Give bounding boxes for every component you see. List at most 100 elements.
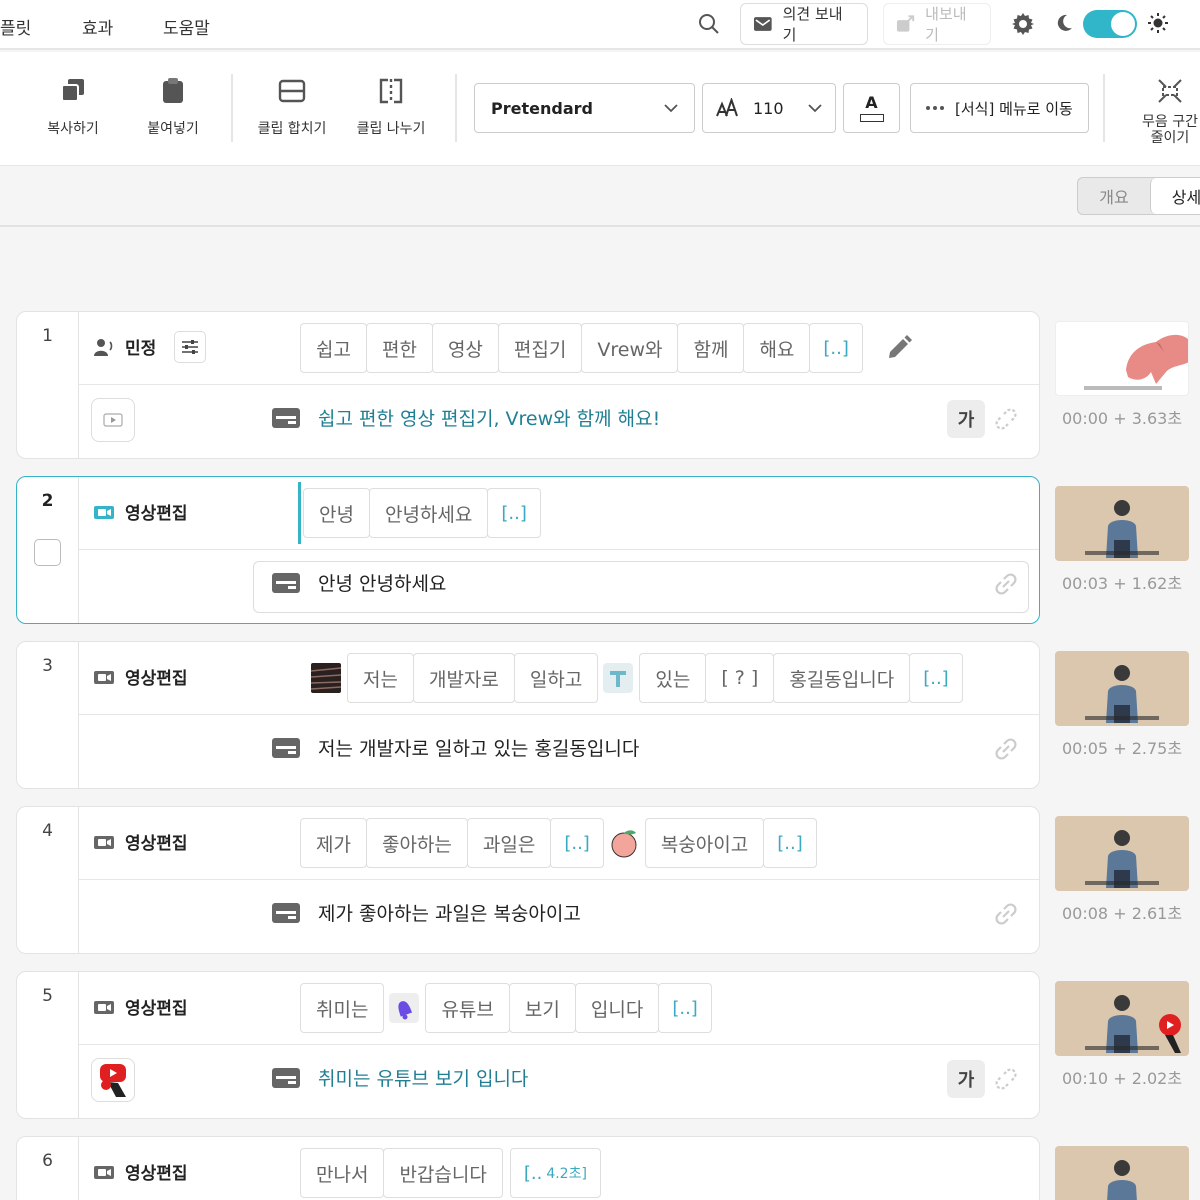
add-media-slot[interactable] bbox=[91, 398, 135, 442]
clip-subtitle[interactable]: 쉽고 편한 영상 편집기, Vrew와 함께 해요! bbox=[272, 404, 660, 431]
split-clip-button[interactable]: 클립 나누기 bbox=[341, 76, 441, 138]
search-icon[interactable] bbox=[697, 12, 721, 36]
menu-item-edit[interactable]: 플릿 bbox=[0, 14, 31, 39]
word-chip[interactable]: 입니다 bbox=[574, 983, 660, 1033]
gap-chip[interactable]: [..] bbox=[658, 983, 712, 1033]
link-icon[interactable] bbox=[992, 735, 1020, 763]
peach-sticker[interactable] bbox=[603, 818, 645, 868]
link-icon[interactable] bbox=[992, 1065, 1020, 1093]
copy-button[interactable]: 복사하기 bbox=[23, 76, 123, 138]
clip-row-6[interactable]: 6 영상편집 만나서 반갑습니다 [.. 4.2초] bbox=[16, 1136, 1040, 1200]
menu-item-help[interactable]: 도움말 bbox=[163, 14, 210, 39]
clip-speaker[interactable]: 영상편집 bbox=[93, 664, 188, 689]
gap-marker: [.. bbox=[523, 1162, 543, 1184]
word-chip[interactable]: 안녕하세요 bbox=[368, 488, 489, 538]
clip-speaker[interactable]: 영상편집 bbox=[93, 1159, 188, 1184]
word-chip[interactable]: 보기 bbox=[508, 983, 576, 1033]
clip-thumbnail[interactable] bbox=[1055, 321, 1189, 396]
gap-chip[interactable]: [..] bbox=[809, 323, 863, 373]
tab-detail[interactable]: 상세 bbox=[1150, 178, 1200, 214]
word-chip[interactable]: 안녕 bbox=[303, 488, 370, 538]
person-graphic bbox=[1107, 1160, 1137, 1200]
word-chip[interactable]: 편집기 bbox=[497, 323, 583, 373]
clip-thumbnail[interactable] bbox=[1055, 1146, 1189, 1200]
clip-subtitle[interactable]: 저는 개발자로 일하고 있는 홍길동입니다 bbox=[272, 734, 639, 761]
word-chip[interactable]: 홍길동입니다 bbox=[773, 653, 911, 703]
clip-row-1[interactable]: 1 민정 쉽고 편한 영상 편집기 Vrew와 함께 해요 [..] 쉽고 편한… bbox=[16, 311, 1040, 459]
clip-row-5[interactable]: 5 영상편집 취미는 유튜브 보기 입니다 [..] 취미는 유튜브 보기 입니… bbox=[16, 971, 1040, 1119]
export-button[interactable]: 내보내기 bbox=[883, 3, 991, 45]
menu-item-effects[interactable]: 효과 bbox=[82, 14, 113, 39]
merge-clips-button[interactable]: 클립 합치기 bbox=[242, 76, 342, 138]
word-chip[interactable]: 있는 bbox=[639, 653, 707, 703]
clip-thumbnail[interactable] bbox=[1055, 816, 1189, 891]
clip-row-3[interactable]: 3 영상편집 저는 개발자로 일하고 있는 [ ? ] 홍길동입니다 [..] … bbox=[16, 641, 1040, 789]
clip-subtitle[interactable]: 안녕 안녕하세요 bbox=[272, 569, 446, 596]
person-graphic bbox=[1106, 830, 1138, 888]
clip-speaker[interactable]: 영상편집 bbox=[93, 994, 188, 1019]
word-chip[interactable]: 취미는 bbox=[300, 983, 385, 1033]
word-chip[interactable]: 저는 bbox=[347, 653, 414, 703]
gap-chip-with-duration[interactable]: [.. 4.2초] bbox=[509, 1148, 601, 1198]
word-chip[interactable]: 복숭아이고 bbox=[644, 818, 765, 868]
pencil-icon[interactable] bbox=[885, 334, 913, 362]
word-chip[interactable]: 반갑습니다 bbox=[383, 1148, 503, 1198]
word-chip[interactable]: Vrew와 bbox=[581, 323, 679, 373]
font-size-select[interactable]: 110 bbox=[702, 83, 836, 133]
clip-speaker[interactable]: 영상편집 bbox=[93, 499, 188, 524]
word-chip[interactable]: 개발자로 bbox=[412, 653, 515, 703]
word-chip[interactable]: 일하고 bbox=[513, 653, 599, 703]
thumbnail-caption bbox=[1085, 716, 1159, 720]
link-icon[interactable] bbox=[992, 900, 1020, 928]
tab-overview[interactable]: 개요 bbox=[1078, 178, 1150, 214]
word-chip[interactable]: 유튜브 bbox=[425, 983, 510, 1033]
reduce-silence-button[interactable]: 무음 구간 줄이기 bbox=[1130, 76, 1200, 146]
sun-icon[interactable] bbox=[1147, 12, 1169, 34]
person-graphic bbox=[1106, 995, 1138, 1053]
word-chip[interactable]: 함께 bbox=[677, 323, 745, 373]
gap-chip[interactable]: [..] bbox=[550, 818, 604, 868]
link-icon[interactable] bbox=[992, 405, 1020, 433]
link-icon[interactable] bbox=[992, 570, 1020, 598]
gap-chip[interactable]: [..] bbox=[487, 488, 541, 538]
gap-chip[interactable]: [..] bbox=[763, 818, 817, 868]
clip-speaker[interactable]: 민정 bbox=[93, 334, 156, 359]
word-chip[interactable]: [ ? ] bbox=[705, 653, 775, 703]
clip-subtitle[interactable]: 취미는 유튜브 보기 입니다 bbox=[272, 1064, 528, 1091]
word-chip[interactable]: 좋아하는 bbox=[365, 818, 468, 868]
paste-button[interactable]: 붙여넣기 bbox=[123, 76, 223, 138]
clip-speaker[interactable]: 영상편집 bbox=[93, 829, 188, 854]
word-chip[interactable]: 영상 bbox=[431, 323, 499, 373]
feedback-button[interactable]: 의견 보내기 bbox=[740, 3, 868, 45]
bell-sticker[interactable] bbox=[383, 983, 425, 1033]
font-family-select[interactable]: Pretendard bbox=[474, 83, 695, 133]
gap-chip[interactable]: [..] bbox=[909, 653, 963, 703]
clip-subtitle[interactable]: 제가 좋아하는 과일은 복숭아이고 bbox=[272, 899, 581, 926]
subtitle-style-badge[interactable]: 가 bbox=[947, 1060, 985, 1098]
moon-icon[interactable] bbox=[1054, 13, 1074, 33]
speaker-settings-button[interactable] bbox=[174, 331, 206, 363]
text-color-button[interactable]: A bbox=[843, 83, 900, 133]
media-overlay[interactable] bbox=[91, 1058, 135, 1102]
clip-thumbnail[interactable] bbox=[1055, 981, 1189, 1056]
clip-thumbnail[interactable] bbox=[1055, 651, 1189, 726]
word-chip[interactable]: 만나서 bbox=[300, 1148, 385, 1198]
gear-icon[interactable] bbox=[1011, 12, 1035, 36]
word-chip[interactable]: 편한 bbox=[365, 323, 433, 373]
word-chip[interactable]: 제가 bbox=[300, 818, 367, 868]
clip-thumbnail[interactable] bbox=[1055, 486, 1189, 561]
text-sticker[interactable] bbox=[597, 653, 639, 703]
clip-select-checkbox[interactable] bbox=[34, 539, 61, 566]
format-menu-button[interactable]: [서식] 메뉴로 이동 bbox=[910, 83, 1089, 133]
word-chip[interactable]: 쉽고 bbox=[300, 323, 367, 373]
word-chip[interactable]: 해요 bbox=[743, 323, 811, 373]
word-chip[interactable]: 과일은 bbox=[466, 818, 552, 868]
subtitle-style-badge[interactable]: 가 bbox=[947, 400, 985, 438]
image-sticker[interactable] bbox=[305, 653, 347, 703]
clip-row-2[interactable]: 2 영상편집 안녕 안녕하세요 [..] 안녕 안녕하세요 bbox=[16, 476, 1040, 624]
person-graphic bbox=[1106, 665, 1138, 723]
word-list: 저는 개발자로 일하고 있는 [ ? ] 홍길동입니다 [..] bbox=[305, 653, 963, 703]
clip-number: 6 bbox=[17, 1137, 79, 1200]
clip-row-4[interactable]: 4 영상편집 제가 좋아하는 과일은 [..] 복숭아이고 [..] 제가 좋아… bbox=[16, 806, 1040, 954]
theme-toggle[interactable] bbox=[1083, 10, 1137, 38]
